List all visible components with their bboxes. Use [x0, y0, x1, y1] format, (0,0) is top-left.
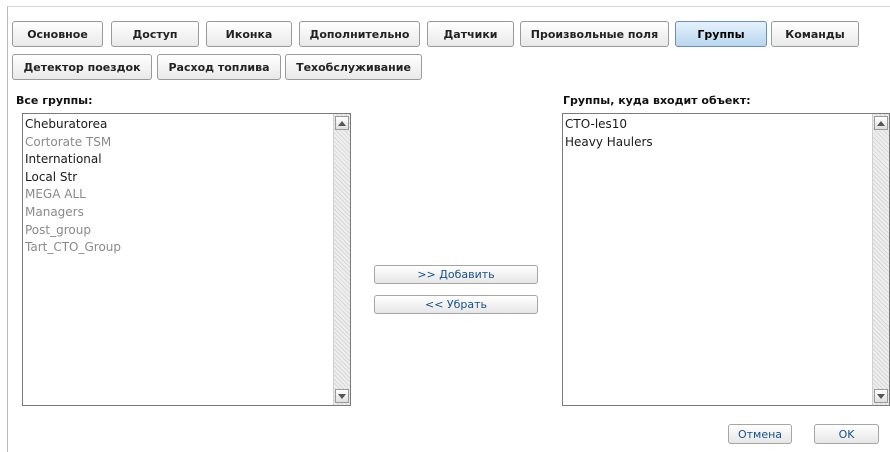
scroll-down-button[interactable] [874, 389, 888, 403]
tab-groups[interactable]: Группы [675, 21, 767, 47]
cancel-button[interactable]: Отмена [728, 424, 792, 444]
tab-icon[interactable]: Иконка [206, 21, 292, 47]
unit-properties-dialog: Основное Доступ Иконка Дополнительно Дат… [7, 6, 890, 452]
ok-button[interactable]: OK [814, 424, 879, 444]
scroll-up-button[interactable] [874, 116, 888, 130]
arrow-down-icon [338, 393, 346, 399]
tab-maintenance[interactable]: Техобслуживание [285, 54, 422, 80]
object-groups-list[interactable]: CTO-les10 Heavy Haulers [562, 113, 890, 406]
list-item[interactable]: Tart_CTO_Group [25, 239, 350, 257]
scroll-down-button[interactable] [335, 389, 349, 403]
add-button[interactable]: >> Добавить [374, 265, 538, 284]
arrow-up-icon [338, 120, 346, 126]
all-groups-list[interactable]: Cheburatorea Cortorate TSM International Lo… [22, 113, 351, 406]
list-item[interactable]: Cortorate TSM [25, 134, 350, 152]
tab-trip-detector[interactable]: Детектор поездок [12, 54, 152, 80]
list-item[interactable]: Managers [25, 204, 350, 222]
list-item[interactable]: International [25, 151, 350, 169]
list-item[interactable]: CTO-les10 [565, 116, 889, 134]
remove-button[interactable]: << Убрать [374, 295, 538, 314]
tab-custom-fields[interactable]: Произвольные поля [520, 21, 669, 47]
tab-commands[interactable]: Команды [771, 21, 859, 47]
scroll-up-button[interactable] [335, 116, 349, 130]
list-item[interactable]: Heavy Haulers [565, 134, 889, 152]
arrow-down-icon [877, 393, 885, 399]
tab-fuel-consumption[interactable]: Расход топлива [157, 54, 281, 80]
list-item[interactable]: Local Str [25, 169, 350, 187]
object-groups-label: Группы, куда входит объект: [563, 94, 751, 107]
list-item[interactable]: Cheburatorea [25, 116, 350, 134]
object-groups-scrollbar[interactable] [872, 114, 889, 405]
arrow-up-icon [877, 120, 885, 126]
tab-access[interactable]: Доступ [111, 21, 199, 47]
tab-basic[interactable]: Основное [12, 21, 103, 47]
tab-advanced[interactable]: Дополнительно [299, 21, 420, 47]
all-groups-label: Все группы: [16, 94, 93, 107]
tab-sensors[interactable]: Датчики [427, 21, 514, 47]
all-groups-scrollbar[interactable] [333, 114, 350, 405]
list-item[interactable]: Post_group [25, 222, 350, 240]
list-item[interactable]: MEGA ALL [25, 186, 350, 204]
